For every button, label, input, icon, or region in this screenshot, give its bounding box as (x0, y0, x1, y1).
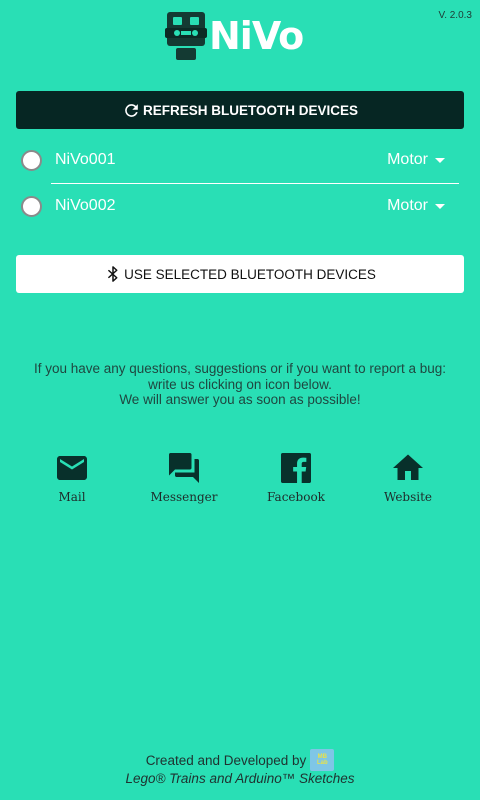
home-icon (393, 454, 423, 480)
contact-label: Messenger (150, 490, 218, 504)
contact-facebook[interactable]: Facebook (246, 450, 346, 504)
refresh-icon (125, 103, 138, 117)
caret-down-icon (435, 203, 445, 209)
device-radio[interactable] (21, 195, 42, 217)
device-name: NiVo002 (55, 197, 116, 214)
feedback-info-text: If you have any questions, suggestions o… (0, 361, 480, 408)
use-selected-devices-button[interactable]: USE SELECTED BLUETOOTH DEVICES (16, 255, 464, 293)
messenger-icon (169, 453, 199, 483)
device-type-dropdown[interactable]: Motor (387, 197, 445, 215)
device-type-value: Motor (387, 197, 428, 214)
contact-mail[interactable]: Mail (22, 450, 122, 504)
device-row-nivo001[interactable]: NiVo001 Motor (16, 140, 464, 180)
info-line-3: We will answer you as soon as possible! (119, 392, 361, 407)
refresh-bluetooth-button[interactable]: REFRESH BLUETOOTH DEVICES (16, 91, 464, 129)
info-line-1: If you have any questions, suggestions o… (33, 361, 446, 376)
contact-label: Website (383, 490, 433, 504)
device-name: NiVo001 (55, 151, 116, 168)
app-name: NiVo (209, 14, 304, 58)
contact-website[interactable]: Website (358, 450, 458, 504)
info-line-2: write us clicking on icon below. (148, 376, 332, 392)
refresh-button-label: REFRESH BLUETOOTH DEVICES (142, 102, 359, 118)
developer-logo[interactable]: MB Lab (310, 749, 335, 771)
device-type-value: Motor (387, 151, 428, 168)
footer-credit-text: Created and Developed by (145, 752, 307, 768)
use-button-label: USE SELECTED BLUETOOTH DEVICES (124, 266, 376, 282)
bluetooth-icon (108, 266, 118, 282)
device-row-nivo002[interactable]: NiVo002 Motor (16, 186, 464, 226)
caret-down-icon (435, 157, 445, 163)
footer-tagline: Lego® Trains and Arduino™ Sketches (125, 771, 355, 786)
mail-icon (57, 456, 87, 480)
facebook-icon (281, 453, 311, 483)
contact-label: Mail (58, 490, 86, 504)
app-logo: NiVo (165, 12, 304, 60)
robot-logo-icon (165, 12, 207, 60)
version-label: V. 2.0.3 (438, 10, 472, 21)
device-type-dropdown[interactable]: Motor (387, 151, 445, 169)
developer-logo-bottom: Lab (316, 760, 328, 766)
contact-label: Facebook (267, 490, 325, 504)
footer: Created and Developed by MB Lab Lego® Tr… (0, 749, 480, 786)
app-screen: V. 2.0.3 NiVo REFRESH BLUETOOTH DEVICES … (0, 0, 480, 800)
device-divider (51, 183, 459, 184)
footer-credit: Created and Developed by MB Lab (0, 749, 480, 771)
device-radio[interactable] (21, 149, 42, 171)
contact-messenger[interactable]: Messenger (134, 450, 234, 504)
